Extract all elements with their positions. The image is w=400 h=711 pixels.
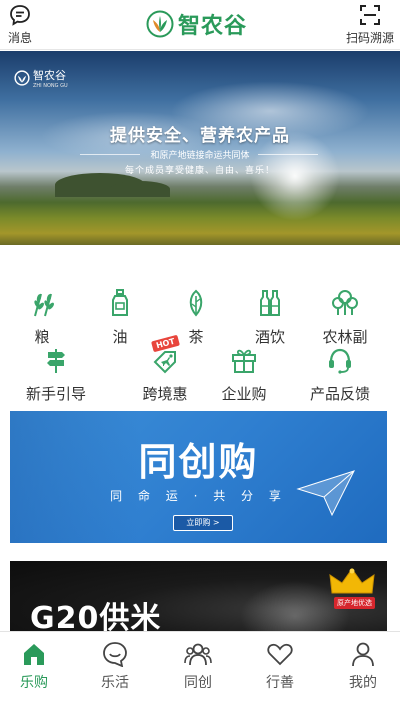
tab-lehuo[interactable]: 乐活: [75, 640, 155, 692]
brand-name: 智农谷: [178, 14, 248, 39]
heart-icon: [266, 640, 294, 668]
messages-button[interactable]: 消息: [8, 4, 32, 46]
category-oil[interactable]: 油: [80, 286, 160, 347]
hero-subtitle-2: 每个成员享受健康、自由、喜乐！: [124, 166, 275, 176]
bottles-icon: [253, 286, 287, 320]
tab-label: 乐活: [101, 675, 129, 691]
signpost-icon: [39, 343, 73, 377]
messages-label: 消息: [8, 31, 33, 45]
leaf-logo-icon: [14, 70, 30, 86]
scan-trace-label: 扫码溯源: [345, 31, 394, 45]
bottom-tab-bar: 乐购 乐活 同创 行善 我的: [0, 631, 400, 711]
grain-icon: [25, 286, 59, 320]
tab-label: 行善: [266, 675, 294, 691]
trees-icon: [328, 286, 362, 320]
category-label: 企业购: [221, 385, 267, 403]
tab-label: 我的: [349, 675, 377, 691]
category-drinks[interactable]: 酒饮: [230, 286, 310, 347]
category-label: 新手引导: [25, 385, 86, 403]
tab-legou[interactable]: 乐购: [0, 640, 74, 692]
category-label: 跨境惠: [142, 385, 188, 403]
tea-leaf-icon: [179, 286, 213, 320]
category-cross-border[interactable]: 跨境惠: [125, 343, 205, 404]
leaf-logo-icon: [146, 10, 174, 38]
hero-logo-text: 智农谷: [33, 69, 66, 82]
banner-slogan: 同 命 运 · 共 分 享: [110, 489, 287, 503]
category-enterprise[interactable]: 企业购: [204, 343, 284, 404]
headset-icon: [323, 343, 357, 377]
tongchuang-promo-banner[interactable]: 同创购 同 命 运 · 共 分 享 立即购 >: [10, 411, 387, 543]
top-header: 消息 智农谷 扫码溯源: [0, 0, 400, 50]
tab-xingshan[interactable]: 行善: [240, 640, 320, 692]
hero-subtitle: 和原产地链接命运共同体: [150, 151, 250, 161]
app-logo: 智农谷: [146, 8, 247, 40]
oil-bottle-icon: [103, 286, 137, 320]
home-icon: [20, 640, 48, 668]
gift-box-icon: [227, 343, 261, 377]
category-beginner-guide[interactable]: 新手引导: [16, 343, 96, 404]
tab-label: 同创: [184, 675, 212, 691]
category-label: 产品反馈: [309, 385, 370, 403]
hero-logo: 智农谷 ZHI NONG GU: [14, 67, 68, 89]
group-icon: [184, 640, 212, 668]
tab-mine[interactable]: 我的: [323, 640, 400, 692]
scan-icon: [359, 5, 380, 25]
category-agroforestry[interactable]: 农林副: [305, 286, 385, 347]
tab-label: 乐购: [20, 675, 48, 691]
crown-icon: [329, 568, 375, 594]
message-bubble-icon: [10, 5, 30, 26]
hill-decoration: [110, 181, 170, 197]
scan-trace-button[interactable]: 扫码溯源: [346, 4, 394, 46]
origin-select-tag: 原产地优选: [334, 597, 375, 609]
hero-title: 提供安全、营养农产品: [110, 126, 290, 146]
banner-title: 同创购: [138, 440, 259, 484]
category-grain[interactable]: 粮: [2, 286, 82, 347]
chat-smile-icon: [101, 640, 129, 668]
user-icon: [349, 640, 377, 668]
buy-now-button[interactable]: 立即购 >: [173, 515, 233, 531]
hero-banner[interactable]: 智农谷 ZHI NONG GU 提供安全、营养农产品 和原产地链接命运共同体 每…: [0, 51, 400, 245]
g20-rice-banner[interactable]: G20供米 原产地优选: [10, 561, 387, 641]
hero-logo-sub: ZHI NONG GU: [33, 83, 68, 89]
tab-tongchuang[interactable]: 同创: [158, 640, 238, 692]
category-feedback[interactable]: 产品反馈: [300, 343, 380, 404]
